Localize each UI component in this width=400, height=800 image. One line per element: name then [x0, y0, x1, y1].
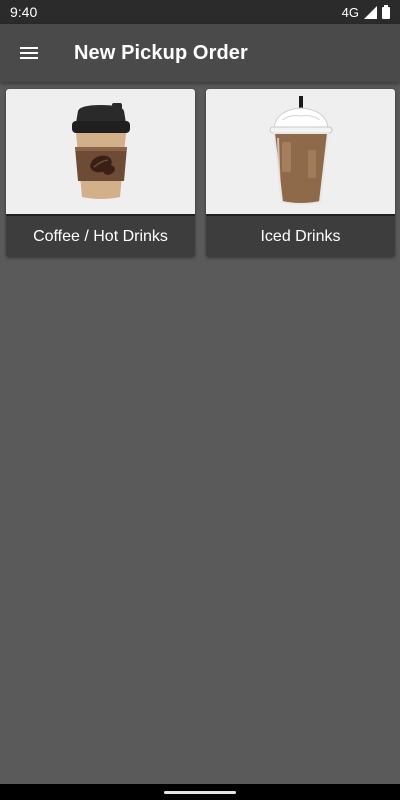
status-icons: 4G [342, 5, 390, 20]
category-card-iced-drinks[interactable]: Iced Drinks [206, 89, 395, 257]
category-label: Coffee / Hot Drinks [6, 216, 195, 257]
iced-drink-cup-icon [269, 96, 332, 205]
app-bar: New Pickup Order [0, 24, 400, 82]
hot-coffee-cup-icon [71, 102, 130, 199]
network-type: 4G [341, 4, 359, 20]
category-grid: Coffee / Hot Drinks Iced Drinks [6, 89, 395, 257]
page-title: New Pickup Order [74, 41, 248, 64]
battery-icon [382, 5, 390, 19]
category-label: Iced Drinks [206, 216, 395, 257]
system-nav-bar [0, 784, 400, 800]
signal-icon [364, 5, 377, 19]
category-card-hot-drinks[interactable]: Coffee / Hot Drinks [6, 89, 195, 257]
category-image [206, 89, 395, 216]
menu-button[interactable] [1, 24, 57, 82]
status-bar: 9:40 4G [0, 0, 400, 24]
category-image [6, 89, 195, 216]
home-handle[interactable] [164, 790, 236, 794]
status-time: 9:40 [10, 4, 38, 20]
hamburger-menu-icon [20, 47, 38, 59]
